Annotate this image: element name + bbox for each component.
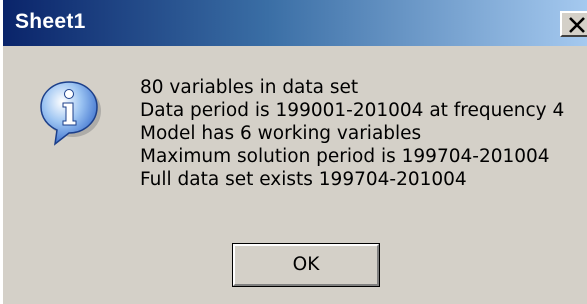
message-line-solution-period: Maximum solution period is 199704-201004 <box>140 146 550 167</box>
message-line-full-data-set: Full data set exists 199704-201004 <box>140 169 467 190</box>
information-icon <box>35 76 107 148</box>
message-text: 80 variables in data set Data period is … <box>140 76 585 191</box>
close-button[interactable] <box>560 11 587 37</box>
title-bar[interactable]: Sheet1 <box>3 0 587 46</box>
ok-button[interactable]: OK <box>232 243 380 287</box>
message-line-data-period: Data period is 199001-201004 at frequenc… <box>140 100 565 121</box>
ok-button-label: OK <box>292 254 320 275</box>
close-icon <box>569 17 585 33</box>
message-line-variables: 80 variables in data set <box>140 77 359 98</box>
message-line-working-variables: Model has 6 working variables <box>140 123 422 144</box>
window-title: Sheet1 <box>15 10 86 33</box>
message-dialog: Sheet1 80 variables in data set Data per… <box>0 0 587 304</box>
